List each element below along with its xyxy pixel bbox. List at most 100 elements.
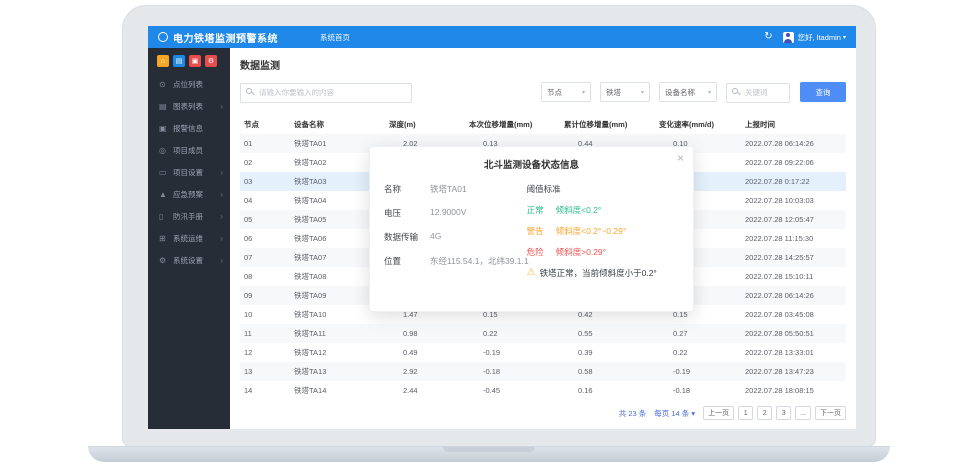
table-cell: 0.58 xyxy=(560,362,655,381)
sidebar-item-label: 报警信息 xyxy=(173,123,203,134)
modal-field: 位置东经115.54.1，北纬39.1.1 xyxy=(384,255,523,267)
nav-home-link[interactable]: 系统首页 xyxy=(320,32,350,43)
sidebar-item-icon: ⚙ xyxy=(159,256,168,265)
sidebar-item-防汛手册[interactable]: ▯防汛手册› xyxy=(148,205,230,227)
table-cell: 2.92 xyxy=(385,362,465,381)
column-header: 设备名称 xyxy=(290,114,385,134)
sidebar-item-icon: ⊙ xyxy=(159,80,168,89)
table-cell: 0.55 xyxy=(560,324,655,343)
prev-page-button[interactable]: 上一页 xyxy=(703,406,734,420)
table-cell: -0.19 xyxy=(465,343,560,362)
sidebar-item-label: 防汛手册 xyxy=(173,211,203,222)
page-button-2[interactable]: 2 xyxy=(757,406,772,420)
table-cell: 03 xyxy=(240,172,290,191)
table-cell: 0.27 xyxy=(655,324,741,343)
page-button-1[interactable]: 1 xyxy=(738,406,753,420)
keyword-field[interactable] xyxy=(726,82,790,102)
quick-icon-blue[interactable]: ▤ xyxy=(173,55,185,67)
table-cell: -0.18 xyxy=(655,381,741,400)
device-status-modal: × 北斗监测设备状态信息 名称铁塔TA01电压12.9000V数据传输4G位置东… xyxy=(369,146,694,312)
modal-field: 数据传输4G xyxy=(384,231,523,243)
threshold-level: 警告 xyxy=(527,225,544,237)
field-value: 12.9000V xyxy=(430,207,466,219)
sidebar-item-项目成员[interactable]: ◎项目成员 xyxy=(148,139,230,161)
field-value: 铁塔TA01 xyxy=(430,183,467,195)
sidebar-item-icon: ▭ xyxy=(159,168,168,177)
column-header: 本次位移增量(mm) xyxy=(465,114,560,134)
sidebar-item-应急预案[interactable]: ▲应急预案› xyxy=(148,183,230,205)
query-button[interactable]: 查询 xyxy=(800,82,846,102)
sidebar-item-label: 项目设置 xyxy=(173,167,203,178)
modal-title: 北斗监测设备状态信息 xyxy=(384,157,679,171)
table-cell: 铁塔TA12 xyxy=(290,343,385,362)
sidebar-item-系统运维[interactable]: ⊞系统运维› xyxy=(148,227,230,249)
field-label: 位置 xyxy=(384,255,430,267)
table-cell: 0.49 xyxy=(385,343,465,362)
column-header: 变化速率(mm/d) xyxy=(655,114,741,134)
search-input[interactable] xyxy=(240,83,412,103)
column-header: 节点 xyxy=(240,114,290,134)
table-cell: 2022.07.28 15:10:11 xyxy=(741,267,846,286)
chevron-right-icon: › xyxy=(220,168,223,177)
node-select-value: 节点 xyxy=(547,87,562,98)
table-cell: 12 xyxy=(240,343,290,362)
chevron-right-icon: › xyxy=(220,102,223,111)
main-search-field[interactable] xyxy=(240,82,412,102)
laptop-base xyxy=(88,446,890,462)
quick-icon-red-1[interactable]: ▣ xyxy=(189,55,201,67)
laptop-screen: 电力铁塔监测预警系统 系统首页 ↻ 您好, ltadmin ▾ ⌂▤▣⚙ ⊙点位… xyxy=(148,26,856,429)
table-cell: 2022.07.28 14:25:57 xyxy=(741,248,846,267)
ellipsis-button[interactable]: ... xyxy=(795,406,811,420)
table-cell: 2022.07.28 09:22:06 xyxy=(741,153,846,172)
table-cell: 05 xyxy=(240,210,290,229)
table-cell: 0.16 xyxy=(560,381,655,400)
modal-thresholds: 阈值标准 正常倾斜度<0.2°警告倾斜度<0.2°~0.29°危险倾斜度>0.2… xyxy=(523,183,679,279)
sidebar-item-icon: ▤ xyxy=(159,102,168,111)
sidebar-item-点位列表[interactable]: ⊙点位列表 xyxy=(148,73,230,95)
table-cell: 2022.07.28 0:17:22 xyxy=(741,172,846,191)
sidebar-item-icon: ▣ xyxy=(159,124,168,133)
column-header: 累计位移增量(mm) xyxy=(560,114,655,134)
quick-icon-red-2[interactable]: ⚙ xyxy=(205,55,217,67)
sidebar-item-图表列表[interactable]: ▤图表列表› xyxy=(148,95,230,117)
table-cell: 06 xyxy=(240,229,290,248)
tower-select-value: 铁塔 xyxy=(606,87,621,98)
table-row[interactable]: 14铁塔TA142.44-0.450.16-0.182022.07.28 18:… xyxy=(240,381,846,400)
warning-icon: ⚠ xyxy=(527,268,536,278)
table-cell: 0.39 xyxy=(560,343,655,362)
table-cell: 07 xyxy=(240,248,290,267)
search-icon xyxy=(246,88,252,94)
quick-icon-orange[interactable]: ⌂ xyxy=(157,55,169,67)
refresh-icon[interactable]: ↻ xyxy=(764,32,772,42)
table-row[interactable]: 13铁塔TA132.92-0.180.58-0.192022.07.28 13:… xyxy=(240,362,846,381)
next-page-button[interactable]: 下一页 xyxy=(815,406,846,420)
sidebar-item-icon: ▲ xyxy=(159,190,168,199)
sidebar-item-系统设置[interactable]: ⚙系统设置› xyxy=(148,249,230,271)
threshold-level: 危险 xyxy=(527,246,544,258)
threshold-level: 正常 xyxy=(527,204,544,216)
table-cell: 08 xyxy=(240,267,290,286)
laptop-bezel: 电力铁塔监测预警系统 系统首页 ↻ 您好, ltadmin ▾ ⌂▤▣⚙ ⊙点位… xyxy=(122,5,876,447)
tower-select[interactable]: 铁塔 ▾ xyxy=(600,82,650,102)
close-icon[interactable]: × xyxy=(677,152,684,164)
device-name-select[interactable]: 设备名称 ▾ xyxy=(659,82,717,102)
table-cell: 0.22 xyxy=(465,324,560,343)
table-row[interactable]: 11铁塔TA110.980.220.550.272022.07.28 05:50… xyxy=(240,324,846,343)
table-row[interactable]: 12铁塔TA120.49-0.190.390.222022.07.28 13:3… xyxy=(240,343,846,362)
table-cell: 2022.07.28 12:05:47 xyxy=(741,210,846,229)
chevron-down-icon: ▾ xyxy=(641,89,644,96)
user-avatar[interactable] xyxy=(783,32,794,43)
sidebar-item-项目设置[interactable]: ▭ 项目设置 › xyxy=(148,161,230,183)
user-greeting[interactable]: 您好, ltadmin xyxy=(798,32,841,43)
sidebar-item-label: 应急预案 xyxy=(173,189,203,200)
per-page-value: 每页 14 条 xyxy=(654,409,689,418)
table-cell: 2022.07.28 05:50:51 xyxy=(741,324,846,343)
pagination-total: 共 23 条 xyxy=(619,408,647,419)
pagination: 共 23 条 每页 14 条 ▾ 上一页 123 ... 下一页 xyxy=(240,406,846,420)
page-button-3[interactable]: 3 xyxy=(776,406,791,420)
table-cell: 2022.07.28 03:45:08 xyxy=(741,305,846,324)
node-select[interactable]: 节点 ▾ xyxy=(541,82,591,102)
sidebar-item-报警信息[interactable]: ▣ 报警信息 xyxy=(148,117,230,139)
pagination-per-page[interactable]: 每页 14 条 ▾ xyxy=(654,408,695,419)
user-menu-caret-icon[interactable]: ▾ xyxy=(843,34,846,41)
